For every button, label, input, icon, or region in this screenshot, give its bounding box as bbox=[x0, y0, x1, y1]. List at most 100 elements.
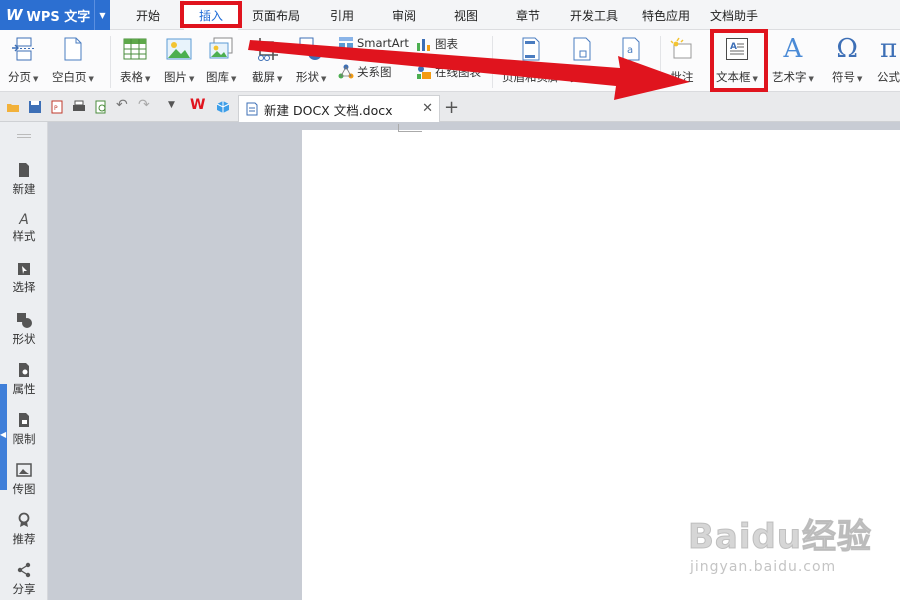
header-footer-button[interactable]: 页眉和页脚 bbox=[502, 34, 560, 85]
symbol-label: 符号 bbox=[832, 70, 855, 84]
page-margin-marker bbox=[398, 124, 422, 132]
chart-label: 图表 bbox=[435, 37, 458, 51]
chart-icon bbox=[417, 39, 430, 51]
document-tab[interactable]: 新建 DOCX 文档.docx ✕ bbox=[238, 95, 440, 122]
insert-tab-highlight bbox=[180, 1, 242, 28]
page-break-icon bbox=[10, 34, 36, 64]
blank-page-label: 空白页 bbox=[52, 70, 87, 84]
sidebar-item-label: 形状 bbox=[12, 332, 36, 346]
ribbon-separator bbox=[110, 36, 111, 88]
screenshot-label: 截屏 bbox=[252, 70, 275, 84]
wps-home-icon[interactable]: W bbox=[190, 97, 205, 113]
new-document-icon bbox=[19, 163, 29, 177]
tab-developer-tools[interactable]: 开发工具 bbox=[562, 0, 626, 30]
sidebar-item-new[interactable]: 新建 bbox=[0, 162, 48, 197]
watermark-label: 水印 bbox=[616, 70, 639, 84]
sidebar-item-share[interactable]: 分享 bbox=[0, 562, 48, 597]
print-preview-icon[interactable] bbox=[94, 100, 108, 114]
comment-label: 批注 bbox=[670, 70, 694, 84]
page-break-button[interactable]: 分页 ▼ bbox=[8, 34, 38, 85]
open-folder-icon[interactable] bbox=[6, 100, 20, 114]
export-pdf-icon[interactable]: P bbox=[50, 100, 64, 114]
sidebar-item-restrict[interactable]: 限制 bbox=[0, 412, 48, 447]
dropdown-icon: ▼ bbox=[145, 75, 151, 83]
gallery-button[interactable]: 图库 ▼ bbox=[206, 34, 236, 85]
sidebar-item-upload-image[interactable]: 传图 bbox=[0, 462, 48, 497]
save-icon[interactable] bbox=[28, 100, 42, 114]
customize-dropdown-icon[interactable]: ▼ bbox=[168, 100, 182, 114]
properties-icon bbox=[19, 363, 29, 377]
page-number-button[interactable]: 页码 bbox=[570, 34, 593, 85]
dropdown-icon: ▼ bbox=[321, 75, 327, 83]
sidebar-item-label: 选择 bbox=[12, 280, 36, 294]
svg-text:P: P bbox=[54, 105, 58, 112]
symbol-button[interactable]: Ω 符号 ▼ bbox=[832, 34, 862, 85]
tab-review[interactable]: 审阅 bbox=[382, 0, 426, 30]
comment-button[interactable]: 批注 bbox=[670, 34, 694, 85]
print-icon[interactable] bbox=[72, 100, 86, 114]
upload-image-icon bbox=[16, 463, 32, 477]
formula-button[interactable]: π 公式 bbox=[877, 34, 900, 85]
table-button[interactable]: 表格 ▼ bbox=[120, 34, 150, 85]
sidebar-item-label: 限制 bbox=[12, 432, 36, 446]
wps-logo-icon: W bbox=[6, 6, 23, 24]
relation-chart-button[interactable]: 关系图 bbox=[338, 64, 392, 80]
watermark-button[interactable]: a 水印 ▼ bbox=[616, 34, 646, 85]
recommend-badge-icon bbox=[18, 512, 30, 527]
sidebar-item-recommend[interactable]: 推荐 bbox=[0, 512, 48, 547]
cloud-cube-icon[interactable] bbox=[216, 100, 230, 114]
tab-special-apps[interactable]: 特色应用 bbox=[634, 0, 698, 30]
picture-button[interactable]: 图片 ▼ bbox=[164, 34, 194, 85]
shape-icon bbox=[298, 34, 324, 64]
online-chart-button[interactable]: 在线图表 bbox=[416, 64, 481, 80]
tab-home[interactable]: 开始 bbox=[128, 0, 168, 30]
chevron-down-icon[interactable]: ▼ bbox=[94, 0, 110, 30]
grip-handle-icon[interactable] bbox=[17, 134, 31, 138]
sidebar-item-label: 分享 bbox=[12, 582, 36, 596]
watermark-brand: Baidu经验 bbox=[687, 517, 873, 558]
close-icon[interactable]: ✕ bbox=[422, 101, 433, 116]
tab-page-layout[interactable]: 页面布局 bbox=[246, 0, 306, 30]
tab-view[interactable]: 视图 bbox=[444, 0, 488, 30]
relation-chart-label: 关系图 bbox=[357, 65, 392, 79]
blank-page-icon bbox=[62, 34, 84, 64]
omega-icon: Ω bbox=[836, 34, 858, 64]
tab-section[interactable]: 章节 bbox=[506, 0, 550, 30]
chart-button[interactable]: 图表 bbox=[416, 36, 458, 52]
page-number-icon bbox=[571, 34, 593, 64]
relation-chart-icon bbox=[338, 64, 354, 79]
sidebar-item-select[interactable]: 选择 bbox=[0, 262, 48, 295]
blank-page-button[interactable]: 空白页 ▼ bbox=[52, 34, 94, 85]
dropdown-icon: ▼ bbox=[641, 75, 647, 83]
page-break-label: 分页 bbox=[8, 70, 31, 84]
sidebar-item-label: 传图 bbox=[12, 482, 36, 496]
wordart-button[interactable]: A 艺术字 ▼ bbox=[772, 34, 814, 85]
dropdown-icon: ▼ bbox=[189, 75, 195, 83]
dropdown-icon: ▼ bbox=[33, 75, 39, 83]
header-footer-icon bbox=[520, 34, 542, 64]
tab-references[interactable]: 引用 bbox=[320, 0, 364, 30]
sidebar-item-style[interactable]: A 样式 bbox=[0, 212, 48, 244]
gallery-label: 图库 bbox=[206, 70, 229, 84]
textbox-highlight bbox=[710, 29, 768, 92]
document-tab-title: 新建 DOCX 文档.docx bbox=[264, 102, 393, 118]
shape-button[interactable]: 形状 ▼ bbox=[296, 34, 326, 85]
menu-bar: W WPS 文字 ▼ 开始 插入 页面布局 引用 审阅 视图 章节 开发工具 特… bbox=[0, 0, 900, 30]
select-cursor-icon bbox=[18, 263, 30, 275]
sidebar-item-label: 新建 bbox=[12, 182, 36, 196]
app-name: WPS 文字 bbox=[26, 9, 91, 25]
smartart-button[interactable]: SmartArt bbox=[338, 36, 409, 50]
screenshot-button[interactable]: 截屏 ▼ bbox=[252, 34, 282, 85]
sidebar-item-shape[interactable]: 形状 bbox=[0, 312, 48, 347]
smartart-icon bbox=[339, 37, 353, 49]
picture-label: 图片 bbox=[164, 70, 187, 84]
online-chart-icon bbox=[417, 66, 431, 79]
sidebar-collapse-handle[interactable]: ◀ bbox=[0, 384, 7, 490]
sidebar-item-properties[interactable]: 属性 bbox=[0, 362, 48, 397]
shape-icon bbox=[17, 313, 32, 328]
redo-icon[interactable]: ↷ bbox=[138, 97, 152, 113]
app-menu-button[interactable]: W WPS 文字 ▼ bbox=[0, 0, 110, 30]
undo-icon[interactable]: ↶ bbox=[116, 97, 130, 113]
tab-doc-assistant[interactable]: 文档助手 bbox=[702, 0, 766, 30]
new-tab-plus-icon[interactable]: + bbox=[444, 97, 459, 118]
